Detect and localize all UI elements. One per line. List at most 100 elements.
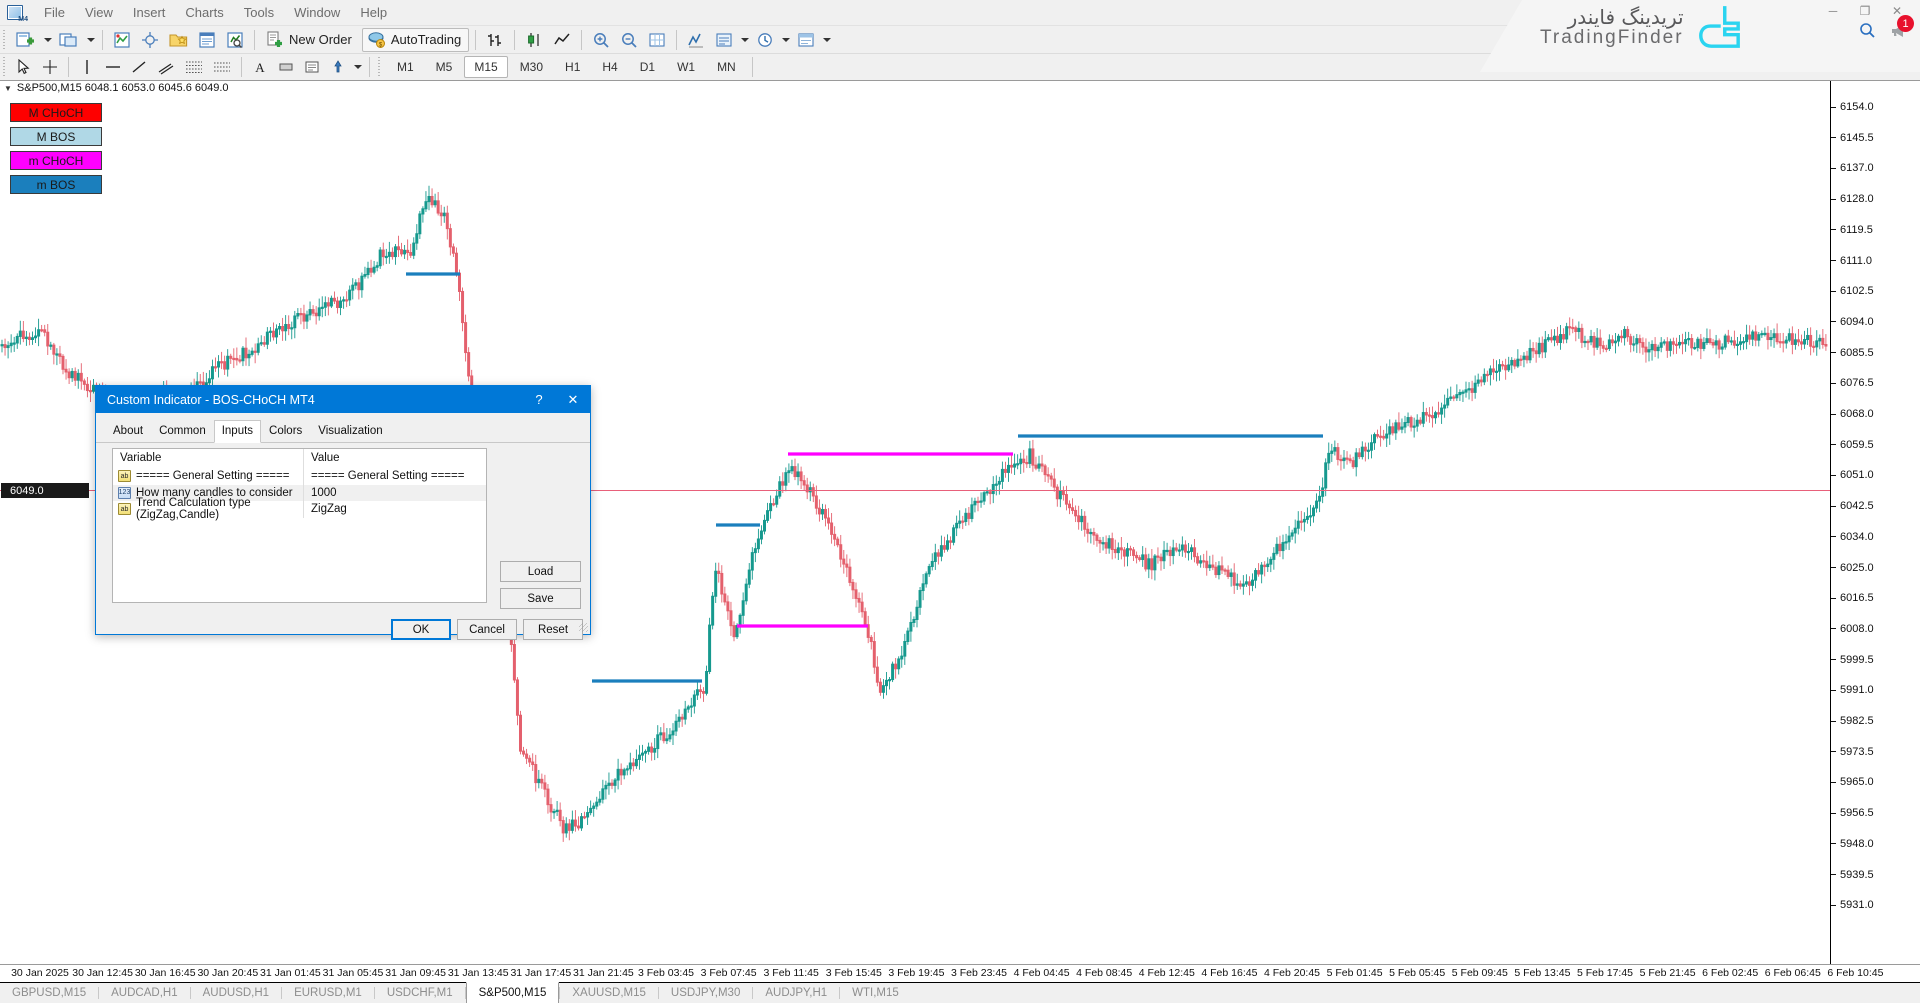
grid-icon[interactable] (644, 28, 670, 52)
crosshair-icon[interactable] (137, 28, 163, 52)
new-chart-icon[interactable] (12, 28, 40, 52)
custom-indicator-dialog[interactable]: Custom Indicator - BOS-CHoCH MT4 ? ✕ Abo… (95, 385, 591, 635)
toolbar-gripper[interactable] (2, 30, 8, 50)
chart-collapse-icon[interactable]: ▼ (4, 84, 12, 93)
timeframe-mn[interactable]: MN (707, 56, 746, 78)
profiles-icon[interactable] (55, 28, 83, 52)
chart-tab-s-p500-m15[interactable]: S&P500,M15 (466, 982, 560, 1003)
indicator-dropdown-icon[interactable] (739, 28, 750, 52)
ok-button[interactable]: OK (391, 619, 451, 640)
label-icon[interactable] (274, 55, 298, 79)
periodicity-dropdown-icon[interactable] (780, 28, 791, 52)
timeframe-h1[interactable]: H1 (555, 56, 590, 78)
legend-label: m BOS (37, 178, 76, 192)
data-window-icon[interactable] (194, 28, 220, 52)
templates-icon[interactable] (793, 28, 819, 52)
line-chart-icon[interactable] (549, 28, 575, 52)
dialog-close-button[interactable]: ✕ (556, 386, 590, 413)
crosshair-tool-icon[interactable] (38, 55, 62, 79)
horizontal-line-icon[interactable] (101, 55, 125, 79)
save-button[interactable]: Save (500, 588, 581, 609)
price-axis[interactable]: 6154.06145.56137.06128.06119.56111.06102… (1830, 81, 1920, 965)
chart-tab-gbpusd-m15[interactable]: GBPUSD,M15 (0, 983, 98, 1003)
chart-tab-audcad-h1[interactable]: AUDCAD,H1 (99, 983, 189, 1003)
time-tick: 30 Jan 20:45 (197, 967, 258, 979)
equidistant-channel-icon[interactable] (153, 55, 179, 79)
legend-m-bos: M BOS (10, 127, 102, 146)
menu-view[interactable]: View (75, 2, 123, 24)
new-order-button[interactable]: New Order (261, 28, 360, 52)
menu-file[interactable]: File (34, 2, 75, 24)
dialog-tab-colors[interactable]: Colors (261, 421, 310, 442)
new-chart-dropdown-icon[interactable] (42, 28, 53, 52)
dialog-tab-about[interactable]: About (105, 421, 151, 442)
reset-button[interactable]: Reset (523, 619, 583, 640)
chart-tab-usdchf-m1[interactable]: USDCHF,M1 (375, 983, 465, 1003)
zoom-in-icon[interactable] (588, 28, 614, 52)
candlestick-chart-icon[interactable] (521, 28, 547, 52)
menu-help[interactable]: Help (350, 2, 397, 24)
profiles-dropdown-icon[interactable] (85, 28, 96, 52)
menu-window[interactable]: Window (284, 2, 350, 24)
vertical-line-icon[interactable] (75, 55, 99, 79)
dialog-help-button[interactable]: ? (522, 386, 556, 413)
chart-tab-wti-m15[interactable]: WTI,M15 (840, 983, 911, 1003)
price-tick: 6034.0 (1831, 531, 1874, 543)
load-button[interactable]: Load (500, 561, 581, 582)
time-axis[interactable]: 30 Jan 202530 Jan 12:4530 Jan 16:4530 Ja… (0, 965, 1920, 983)
dialog-tab-common[interactable]: Common (151, 421, 214, 442)
timeframe-m30[interactable]: M30 (510, 56, 553, 78)
autotrading-button[interactable]: $ AutoTrading (362, 28, 469, 52)
alert-wrapper[interactable]: 1 (1890, 22, 1910, 39)
value-cell[interactable]: 1000 (304, 487, 486, 499)
dialog-tab-inputs[interactable]: Inputs (214, 420, 261, 443)
dialog-title-bar[interactable]: Custom Indicator - BOS-CHoCH MT4 ? ✕ (96, 386, 590, 413)
favorites-icon[interactable] (165, 28, 192, 52)
timeframe-m5[interactable]: M5 (426, 56, 463, 78)
maximize-button[interactable]: ❐ (1850, 2, 1880, 20)
indicators-icon[interactable] (683, 28, 709, 52)
market-watch-icon[interactable] (109, 28, 135, 52)
timeframe-gripper[interactable] (377, 57, 383, 77)
indicator-legend: M CHoCH M BOS m CHoCH m BOS (10, 103, 102, 199)
bar-chart-icon[interactable] (482, 28, 508, 52)
table-row[interactable]: ab ===== General Setting ===== ===== Gen… (113, 468, 486, 485)
value-cell[interactable]: ZigZag (304, 503, 486, 515)
dialog-resize-grip[interactable] (579, 623, 588, 632)
timeframe-h4[interactable]: H4 (592, 56, 627, 78)
time-tick: 30 Jan 2025 (11, 967, 69, 979)
chart-tab-audusd-h1[interactable]: AUDUSD,H1 (191, 983, 281, 1003)
fibonacci-icon[interactable] (181, 55, 207, 79)
chart-tab-xauusd-m15[interactable]: XAUUSD,M15 (560, 983, 658, 1003)
cancel-button[interactable]: Cancel (457, 619, 517, 640)
chart-tab-eurusd-m1[interactable]: EURUSD,M1 (282, 983, 374, 1003)
navigator-icon[interactable] (222, 28, 248, 52)
cursor-icon[interactable] (12, 55, 36, 79)
dialog-tab-visualization[interactable]: Visualization (310, 421, 390, 442)
chart-tab-audjpy-h1[interactable]: AUDJPY,H1 (753, 983, 839, 1003)
zoom-out-icon[interactable] (616, 28, 642, 52)
minimize-button[interactable]: ─ (1818, 2, 1848, 20)
menu-charts[interactable]: Charts (175, 2, 233, 24)
linebar-gripper[interactable] (2, 57, 8, 77)
arrows-dropdown-icon[interactable] (352, 55, 363, 79)
timeframe-m15[interactable]: M15 (464, 56, 507, 78)
arrows-icon[interactable] (326, 55, 350, 79)
menu-tools[interactable]: Tools (234, 2, 284, 24)
text-icon[interactable]: A (248, 55, 272, 79)
andrews-pitchfork-icon[interactable] (209, 55, 235, 79)
value-cell[interactable]: ===== General Setting ===== (304, 470, 486, 482)
table-row[interactable]: ab Trend Calculation type (ZigZag,Candle… (113, 501, 486, 518)
search-icon[interactable] (1859, 22, 1876, 39)
inputs-grid[interactable]: Variable Value ab ===== General Setting … (112, 448, 487, 603)
templates-dropdown-icon[interactable] (821, 28, 832, 52)
chart-tab-usdjpy-m30[interactable]: USDJPY,M30 (659, 983, 752, 1003)
timeframe-d1[interactable]: D1 (630, 56, 665, 78)
timeframe-w1[interactable]: W1 (667, 56, 705, 78)
timeframe-m1[interactable]: M1 (387, 56, 424, 78)
trendline-icon[interactable] (127, 55, 151, 79)
indicator-list-icon[interactable] (711, 28, 737, 52)
periodicity-icon[interactable] (752, 28, 778, 52)
text-box-icon[interactable] (300, 55, 324, 79)
menu-insert[interactable]: Insert (123, 2, 176, 24)
